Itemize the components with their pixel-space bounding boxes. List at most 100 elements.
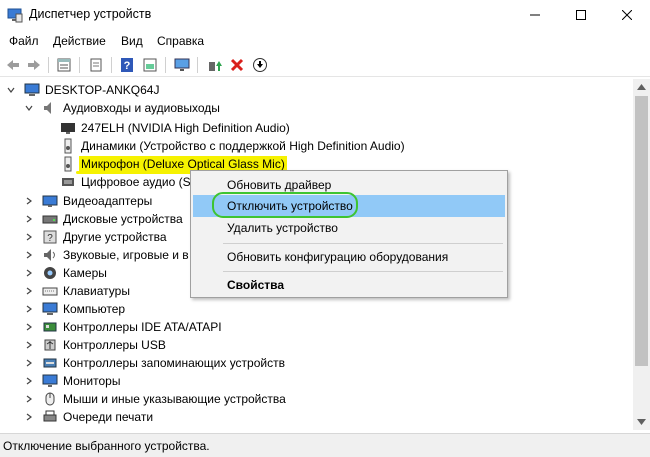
monitor-icon	[174, 58, 190, 71]
window-title: Диспетчер устройств	[29, 7, 152, 21]
speaker-icon	[44, 102, 51, 114]
back-arrow-icon	[7, 60, 19, 70]
menu-item-properties[interactable]: Свойства	[193, 274, 505, 296]
expand-icon[interactable]	[24, 214, 34, 224]
uninstall-button[interactable]	[227, 55, 247, 75]
tree-item-cameras[interactable]: Камеры	[42, 264, 109, 282]
maximize-button[interactable]	[558, 0, 604, 30]
tree-item-storage-controllers[interactable]: Контроллеры запоминающих устройств	[42, 354, 287, 372]
tree-item-mice[interactable]: Мыши и иные указывающие устройства	[42, 390, 288, 408]
svg-text:?: ?	[124, 60, 131, 72]
menu-item-scan-hardware[interactable]: Обновить конфигурацию оборудования	[193, 246, 505, 268]
red-x-icon	[230, 58, 244, 72]
expand-icon[interactable]	[24, 286, 34, 296]
tree-root[interactable]: DESKTOP-ANKQ64J	[24, 81, 161, 99]
digital-audio-icon	[62, 178, 74, 186]
microphone-device-icon	[64, 156, 72, 172]
tree-item-nvidia-audio[interactable]: 247ELH (NVIDIA High Definition Audio)	[60, 119, 292, 137]
minimize-icon	[530, 14, 540, 16]
mouse-icon	[45, 392, 55, 406]
tree-item-other-devices[interactable]: ? Другие устройства	[42, 228, 169, 246]
monitor-icon	[42, 374, 58, 387]
tree-item-ide-controllers[interactable]: Контроллеры IDE ATA/ATAPI	[42, 318, 224, 336]
usb-icon	[44, 339, 56, 351]
menu-item-uninstall-device[interactable]: Удалить устройство	[193, 217, 505, 239]
controller-icon	[43, 322, 57, 332]
expand-icon[interactable]	[24, 232, 34, 242]
computer-icon	[24, 83, 40, 96]
status-text: Отключение выбранного устройства.	[3, 439, 210, 453]
down-arrow-circle-icon	[253, 58, 267, 72]
expand-icon[interactable]	[24, 250, 34, 260]
update-driver-icon	[209, 61, 222, 71]
help-button[interactable]: ?	[117, 55, 137, 75]
document-icon	[90, 58, 102, 72]
sound-device-icon	[44, 249, 55, 261]
context-menu: Обновить драйвер Отключить устройство Уд…	[190, 170, 508, 298]
scroll-up-icon[interactable]	[637, 84, 646, 90]
menu-action[interactable]: Действие	[53, 34, 106, 48]
expand-icon[interactable]	[24, 412, 34, 422]
speaker-device-icon	[64, 138, 72, 154]
menu-bar: Файл Действие Вид Справка	[0, 31, 650, 51]
menu-view[interactable]: Вид	[121, 34, 143, 48]
maximize-icon	[576, 10, 586, 20]
help-icon: ?	[121, 58, 133, 72]
tree-item-disk-drives[interactable]: Дисковые устройства	[42, 210, 185, 228]
vertical-scrollbar[interactable]	[633, 79, 650, 430]
expand-icon[interactable]	[24, 322, 34, 332]
back-button[interactable]	[3, 55, 23, 75]
properties-button[interactable]	[54, 55, 74, 75]
expand-icon[interactable]	[24, 304, 34, 314]
scroll-down-icon[interactable]	[637, 419, 646, 425]
monitor-button[interactable]	[172, 55, 192, 75]
tree-item-monitors[interactable]: Мониторы	[42, 372, 122, 390]
expand-icon[interactable]	[24, 376, 34, 386]
display-adapter-icon	[42, 195, 58, 207]
expand-icon[interactable]	[24, 268, 34, 278]
expand-icon[interactable]	[24, 358, 34, 368]
storage-controller-icon	[43, 358, 57, 368]
close-button[interactable]	[604, 0, 650, 30]
update-driver-button[interactable]	[204, 55, 224, 75]
tree-item-audio-io[interactable]: Аудиовходы и аудиовыходы	[42, 99, 222, 117]
menu-file[interactable]: Файл	[9, 34, 39, 48]
disk-drive-icon	[42, 215, 58, 224]
monitor-device-icon	[61, 123, 75, 134]
device-manager-icon	[7, 8, 23, 23]
keyboard-icon	[42, 287, 58, 296]
disable-button[interactable]	[250, 55, 270, 75]
camera-icon	[44, 267, 56, 279]
title-bar: Диспетчер устройств	[0, 0, 650, 30]
expand-icon[interactable]	[24, 340, 34, 350]
refresh-view-button[interactable]	[140, 55, 160, 75]
tree-item-display-adapters[interactable]: Видеоадаптеры	[42, 192, 154, 210]
tree-item-print-queues[interactable]: Очереди печати	[42, 408, 155, 426]
menu-item-update-driver[interactable]: Обновить драйвер	[193, 174, 505, 196]
collapse-audio-icon[interactable]	[24, 103, 34, 113]
toolbar: ?	[0, 53, 650, 77]
close-icon	[622, 10, 632, 20]
expand-icon[interactable]	[24, 394, 34, 404]
menu-help[interactable]: Справка	[157, 34, 204, 48]
tree-item-keyboards[interactable]: Клавиатуры	[42, 282, 132, 300]
expand-icon[interactable]	[24, 196, 34, 206]
tree-item-sound-game[interactable]: Звуковые, игровые и в	[42, 246, 191, 264]
computer-icon	[42, 302, 58, 315]
menu-item-disable-device[interactable]: Отключить устройство	[193, 195, 505, 217]
forward-button[interactable]	[24, 55, 44, 75]
scroll-thumb[interactable]	[635, 96, 648, 366]
forward-arrow-icon	[28, 60, 40, 70]
show-hidden-button[interactable]	[86, 55, 106, 75]
minimize-button[interactable]	[512, 0, 558, 30]
tree-item-computer[interactable]: Компьютер	[42, 300, 127, 318]
collapse-root-icon[interactable]	[6, 85, 16, 95]
properties-icon	[57, 58, 71, 72]
tree-item-usb-controllers[interactable]: Контроллеры USB	[42, 336, 168, 354]
unknown-device-icon: ?	[43, 230, 57, 244]
view-icon	[143, 58, 157, 72]
svg-text:?: ?	[47, 233, 53, 244]
tree-item-digital-audio[interactable]: Цифровое аудио (S/	[60, 173, 196, 191]
status-bar: Отключение выбранного устройства.	[0, 433, 650, 457]
tree-item-speakers[interactable]: Динамики (Устройство с поддержкой High D…	[60, 137, 407, 155]
